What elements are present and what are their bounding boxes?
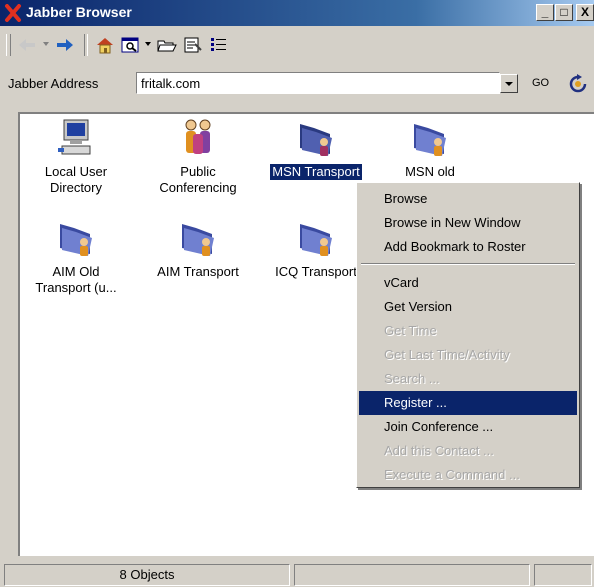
context-menu: Browse Browse in New Window Add Bookmark… xyxy=(356,182,580,488)
menu-item-join-conference[interactable]: Join Conference ... xyxy=(359,415,577,439)
window-title: Jabber Browser xyxy=(26,4,132,20)
folder-person-icon xyxy=(414,124,446,156)
close-button[interactable]: X xyxy=(576,4,594,21)
view-list-button[interactable] xyxy=(206,33,232,57)
item-label: AIM Old Transport (u... xyxy=(35,264,117,295)
maximize-button[interactable]: □ xyxy=(555,4,573,21)
menu-item-search: Search ... xyxy=(384,371,440,386)
menu-item-execute-command: Execute a Command ... xyxy=(384,467,520,482)
menu-item-browse-new-window[interactable]: Browse in New Window xyxy=(359,211,577,235)
menu-item-register[interactable]: Register ... xyxy=(359,391,577,415)
back-button[interactable] xyxy=(14,33,40,57)
item-label: AIM Transport xyxy=(157,264,239,279)
chevron-down-icon xyxy=(505,82,513,86)
item-label: ICQ Transport xyxy=(275,264,357,279)
list-view-icon xyxy=(211,38,226,51)
address-input[interactable] xyxy=(136,72,500,94)
folder-person-icon xyxy=(300,124,332,156)
forward-button[interactable] xyxy=(52,33,78,57)
menu-item-get-version[interactable]: Get Version xyxy=(359,295,577,319)
go-button[interactable]: GO xyxy=(532,77,549,89)
menu-item-get-last-activity: Get Last Time/Activity xyxy=(384,347,510,362)
address-dropdown-button[interactable] xyxy=(500,74,518,93)
item-aim-old-transport[interactable]: AIM Old Transport (u... xyxy=(26,218,126,296)
menu-item-add-contact: Add this Contact ... xyxy=(384,443,494,458)
address-label: Jabber Address xyxy=(8,76,99,91)
browse-dropdown-icon[interactable] xyxy=(144,40,152,48)
status-object-count: 8 Objects xyxy=(4,564,290,586)
item-label: MSN Transport xyxy=(269,163,363,181)
people-icon xyxy=(185,119,211,154)
menu-separator xyxy=(361,263,575,265)
open-folder-button[interactable] xyxy=(154,33,180,57)
jabber-app-icon xyxy=(5,4,21,22)
browse-button[interactable] xyxy=(118,33,144,57)
open-folder-icon xyxy=(157,40,177,52)
menu-item-vcard[interactable]: vCard xyxy=(359,271,577,295)
status-pane-empty xyxy=(294,564,530,586)
folder-person-icon xyxy=(182,224,214,256)
title-bar[interactable]: Jabber Browser _ □ X xyxy=(0,0,594,26)
refresh-icon[interactable] xyxy=(568,74,588,94)
toolbar xyxy=(0,28,594,62)
item-aim-transport[interactable]: AIM Transport xyxy=(148,218,248,280)
status-bar: 8 Objects xyxy=(0,560,594,587)
magnifier-window-icon xyxy=(121,37,139,53)
item-label: Local User Directory xyxy=(44,164,108,195)
item-label: MSN old xyxy=(405,164,455,179)
forward-arrow-icon xyxy=(57,39,73,51)
computer-icon xyxy=(58,119,91,155)
toolbar-grip xyxy=(6,34,11,56)
item-msn-old[interactable]: MSN old xyxy=(380,118,480,180)
back-dropdown-icon[interactable] xyxy=(42,40,50,48)
menu-item-add-bookmark[interactable]: Add Bookmark to Roster xyxy=(359,235,577,259)
item-local-user-directory[interactable]: Local User Directory xyxy=(26,118,126,196)
toolbar-separator xyxy=(84,34,88,56)
minimize-button[interactable]: _ xyxy=(536,4,554,21)
menu-item-get-time: Get Time xyxy=(384,323,437,338)
folder-person-icon xyxy=(300,224,332,256)
home-button[interactable] xyxy=(92,33,118,57)
menu-item-browse[interactable]: Browse xyxy=(359,187,577,211)
status-pane-resize xyxy=(534,564,592,586)
item-icq-transport[interactable]: ICQ Transport xyxy=(266,218,366,280)
properties-button[interactable] xyxy=(180,33,206,57)
address-bar: Jabber Address GO xyxy=(0,66,594,100)
item-public-conferencing[interactable]: Public Conferencing xyxy=(148,118,248,196)
folder-person-icon xyxy=(60,224,92,256)
back-arrow-icon xyxy=(19,39,35,51)
item-label: Public Conferencing xyxy=(159,164,237,195)
home-icon xyxy=(97,38,113,54)
item-msn-transport[interactable]: MSN Transport xyxy=(266,118,366,181)
properties-icon xyxy=(184,37,202,53)
